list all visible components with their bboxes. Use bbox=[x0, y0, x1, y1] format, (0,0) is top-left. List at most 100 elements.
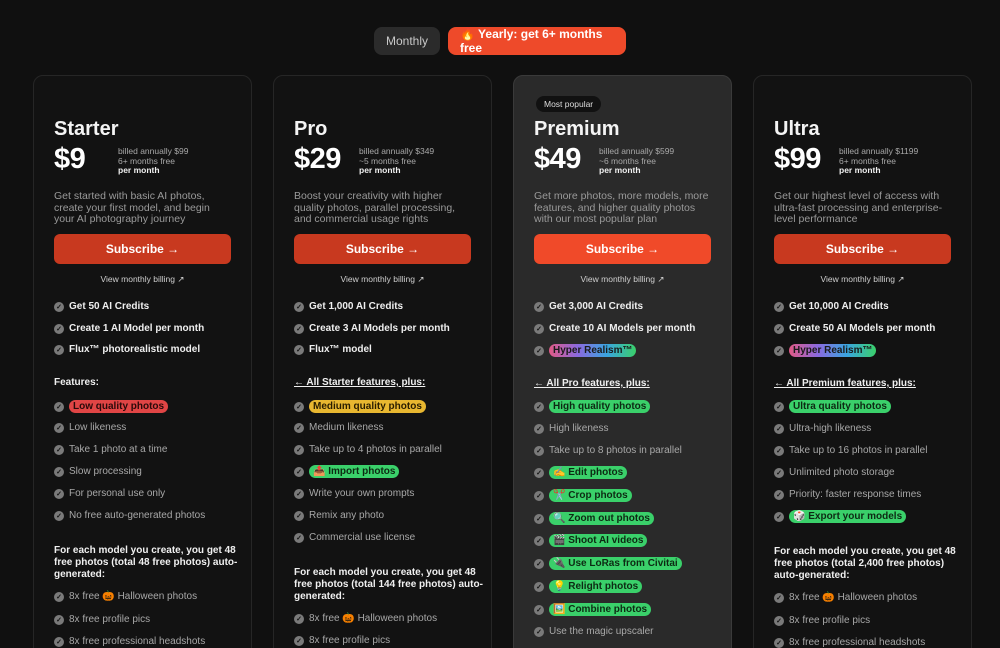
list-item: ✓ 8x free profile pics bbox=[54, 614, 150, 625]
list-item: ✓ 💡 Relight photos bbox=[534, 580, 643, 593]
check-icon: ✓ bbox=[54, 444, 64, 455]
billing-toggle: Monthly 🔥 Yearly: get 6+ months free bbox=[0, 27, 1000, 55]
list-item: ✓ Low likeness bbox=[54, 422, 126, 433]
plan-price: $49 bbox=[534, 143, 581, 175]
view-monthly-billing-link[interactable]: View monthly billing ↗ bbox=[54, 274, 231, 285]
billing-info: billed annually $349 ~5 months free per … bbox=[359, 146, 434, 176]
check-icon: ✓ bbox=[54, 591, 64, 602]
list-item: ✓ Get 3,000 AI Credits bbox=[534, 301, 643, 312]
subscribe-button[interactable]: Subscribe → bbox=[774, 234, 951, 264]
check-icon: ✓ bbox=[774, 445, 784, 456]
plan-name: Premium bbox=[534, 118, 620, 140]
check-icon: ✓ bbox=[294, 466, 304, 477]
check-icon: ✓ bbox=[54, 344, 64, 355]
plan-card-pro: Pro $29 billed annually $349 ~5 months f… bbox=[273, 75, 492, 648]
list-item: ✓ Take up to 4 photos in parallel bbox=[294, 444, 442, 455]
list-item: ✓ Write your own prompts bbox=[294, 488, 414, 499]
check-icon: ✓ bbox=[294, 613, 304, 624]
check-icon: ✓ bbox=[54, 401, 64, 412]
check-icon: ✓ bbox=[294, 635, 304, 646]
check-icon: ✓ bbox=[54, 636, 64, 647]
list-item: ✓ Commercial use license bbox=[294, 532, 415, 543]
plan-description: Get more photos, more models, more featu… bbox=[534, 190, 709, 225]
check-icon: ✓ bbox=[54, 466, 64, 477]
billing-period: per month bbox=[118, 165, 160, 176]
check-icon: ✓ bbox=[534, 323, 544, 334]
list-item: ✓ 🖼️ Combine photos bbox=[534, 603, 652, 616]
list-item: ✓ Ultra-high likeness bbox=[774, 423, 871, 434]
list-item: ✓ High quality photos bbox=[534, 400, 651, 413]
list-item: ✓ 🎲 Export your models bbox=[774, 510, 907, 523]
list-item: ✓ For personal use only bbox=[54, 488, 165, 499]
list-item: ✓ Ultra quality photos bbox=[774, 400, 891, 413]
plan-price: $29 bbox=[294, 143, 341, 175]
features-heading-link[interactable]: ← All Premium features, plus: bbox=[774, 378, 916, 389]
billing-info: billed annually $99 6+ months free per m… bbox=[118, 146, 188, 176]
yearly-tab[interactable]: 🔥 Yearly: get 6+ months free bbox=[448, 27, 626, 55]
billing-period: per month bbox=[599, 165, 641, 176]
check-icon: ✓ bbox=[534, 345, 544, 356]
subscribe-button[interactable]: Subscribe → bbox=[534, 234, 711, 264]
billing-period: per month bbox=[359, 165, 401, 176]
check-icon: ✓ bbox=[54, 422, 64, 433]
list-item: ✓ 🔍 Zoom out photos bbox=[534, 512, 654, 525]
list-item: ✓ Get 50 AI Credits bbox=[54, 301, 149, 312]
check-icon: ✓ bbox=[774, 401, 784, 412]
features-heading: Features: bbox=[54, 377, 100, 388]
check-icon: ✓ bbox=[294, 301, 304, 312]
check-icon: ✓ bbox=[534, 581, 544, 592]
list-item: ✓ Medium likeness bbox=[294, 422, 383, 433]
plan-description: Boost your creativity with higher qualit… bbox=[294, 190, 456, 225]
check-icon: ✓ bbox=[774, 615, 784, 626]
subscribe-button[interactable]: Subscribe → bbox=[294, 234, 471, 264]
list-item: ✓ 🎬 Shoot AI videos bbox=[534, 534, 648, 547]
view-monthly-billing-link[interactable]: View monthly billing ↗ bbox=[774, 274, 951, 285]
plan-name: Pro bbox=[294, 118, 328, 140]
plan-name: Ultra bbox=[774, 118, 820, 140]
monthly-tab[interactable]: Monthly bbox=[374, 27, 440, 55]
view-monthly-billing-link[interactable]: View monthly billing ↗ bbox=[294, 274, 471, 285]
check-icon: ✓ bbox=[534, 604, 544, 615]
list-item: ✓ 8x free professional headshots bbox=[774, 637, 925, 648]
check-icon: ✓ bbox=[534, 490, 544, 501]
pricing-cards: Starter $9 billed annually $99 6+ months… bbox=[33, 75, 972, 648]
auto-generated-text: For each model you create, you get 48 fr… bbox=[774, 546, 956, 581]
features-heading-link[interactable]: ← All Starter features, plus: bbox=[294, 377, 425, 388]
list-item: ✓ 8x free profile pics bbox=[294, 635, 390, 646]
check-icon: ✓ bbox=[294, 488, 304, 499]
check-icon: ✓ bbox=[54, 301, 64, 312]
plan-card-starter: Starter $9 billed annually $99 6+ months… bbox=[33, 75, 252, 648]
list-item: ✓ No free auto-generated photos bbox=[54, 510, 205, 521]
auto-generated-text: For each model you create, you get 48 fr… bbox=[54, 545, 238, 580]
list-item: ✓ Take up to 8 photos in parallel bbox=[534, 445, 682, 456]
most-popular-badge: Most popular bbox=[536, 96, 602, 112]
plan-card-premium: Most popular Premium $49 billed annually… bbox=[513, 75, 732, 648]
list-item: ✓ Take 1 photo at a time bbox=[54, 444, 167, 455]
check-icon: ✓ bbox=[534, 535, 544, 546]
list-item: ✓ Medium quality photos bbox=[294, 400, 426, 413]
check-icon: ✓ bbox=[774, 323, 784, 334]
list-item: ✓ 8x free 🎃 Halloween photos bbox=[774, 592, 917, 603]
subscribe-button[interactable]: Subscribe → bbox=[54, 234, 231, 264]
list-item: ✓ Low quality photos bbox=[54, 400, 169, 413]
list-item: ✓ Hyper Realism™ bbox=[534, 344, 637, 357]
check-icon: ✓ bbox=[534, 423, 544, 434]
list-item: ✓ Hyper Realism™ bbox=[774, 344, 877, 357]
check-icon: ✓ bbox=[774, 511, 784, 522]
check-icon: ✓ bbox=[294, 444, 304, 455]
list-item: ✓ Flux™ model bbox=[294, 344, 372, 355]
check-icon: ✓ bbox=[774, 489, 784, 500]
check-icon: ✓ bbox=[534, 445, 544, 456]
list-item: ✓ Slow processing bbox=[54, 466, 142, 477]
features-heading-link[interactable]: ← All Pro features, plus: bbox=[534, 378, 650, 389]
auto-generated-text: For each model you create, you get 48 fr… bbox=[294, 567, 483, 602]
list-item: ✓ Create 1 AI Model per month bbox=[54, 323, 204, 334]
view-monthly-billing-link[interactable]: View monthly billing ↗ bbox=[534, 274, 711, 285]
plan-name: Starter bbox=[54, 118, 119, 140]
list-item: ✓ 8x free profile pics bbox=[774, 615, 870, 626]
list-item: ✓ Create 10 AI Models per month bbox=[534, 323, 695, 334]
check-icon: ✓ bbox=[294, 532, 304, 543]
check-icon: ✓ bbox=[54, 488, 64, 499]
list-item: ✓ Remix any photo bbox=[294, 510, 384, 521]
check-icon: ✓ bbox=[774, 637, 784, 648]
